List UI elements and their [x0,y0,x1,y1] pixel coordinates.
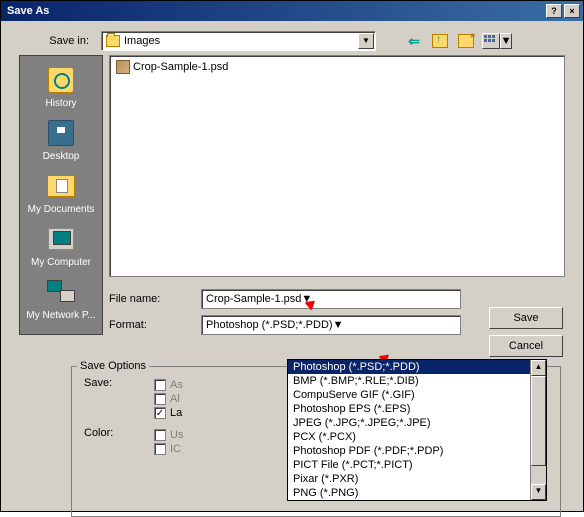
savein-label: Save in: [19,35,95,47]
titlebar-title: Save As [7,5,544,17]
savein-value: Images [124,35,160,47]
new-folder-button[interactable] [456,31,476,51]
icc-profile-checkbox[interactable] [154,443,166,455]
place-my-network[interactable]: My Network P... [25,274,97,325]
format-combo[interactable]: Photoshop (*.PSD;*.PDD) ▼ [201,315,461,335]
filename-label: File name: [109,293,195,305]
save-button[interactable]: Save [489,307,563,329]
chevron-down-icon[interactable]: ▼ [500,33,512,49]
place-my-documents[interactable]: My Documents [25,168,97,219]
cancel-button[interactable]: Cancel [489,335,563,357]
format-option[interactable]: Photoshop (*.PSD;*.PDD) [288,360,546,374]
format-option[interactable]: BMP (*.BMP;*.RLE;*.DIB) [288,374,546,388]
format-option[interactable]: PICT File (*.PCT;*.PICT) [288,458,546,472]
place-my-computer[interactable]: My Computer [25,221,97,272]
back-arrow-icon: ⇐ [408,33,420,50]
view-icon [482,33,500,49]
format-option[interactable]: CompuServe GIF (*.GIF) [288,388,546,402]
color-sub-label: Color: [84,427,154,457]
file-list[interactable]: Crop-Sample-1.psd [109,55,565,277]
chevron-down-icon[interactable]: ▼ [358,33,374,49]
network-icon [47,280,75,304]
titlebar: Save As ? × [1,1,583,21]
place-history[interactable]: History [25,62,97,113]
file-name: Crop-Sample-1.psd [133,61,228,73]
back-button[interactable]: ⇐ [404,31,424,51]
alpha-checkbox[interactable] [154,393,166,405]
close-button[interactable]: × [564,4,580,18]
format-option[interactable]: Pixar (*.PXR) [288,472,546,486]
layers-checkbox[interactable]: ✓ [154,407,166,419]
folder-up-icon [432,34,448,48]
format-option[interactable]: PCX (*.PCX) [288,430,546,444]
format-option[interactable]: Photoshop PDF (*.PDF;*.PDP) [288,444,546,458]
computer-icon [48,228,74,250]
scroll-up-button[interactable]: ▲ [531,360,546,376]
file-item[interactable]: Crop-Sample-1.psd [116,60,558,74]
up-one-level-button[interactable] [430,31,450,51]
save-options-title: Save Options [77,360,149,372]
folder-icon [106,35,120,47]
desktop-icon [48,120,74,146]
psd-file-icon [116,60,130,74]
save-sub-label: Save: [84,377,154,421]
folder-new-icon [458,34,474,48]
as-copy-checkbox[interactable] [154,379,166,391]
format-dropdown-list[interactable]: Photoshop (*.PSD;*.PDD) BMP (*.BMP;*.RLE… [287,359,547,501]
places-bar: History Desktop My Documents My Computer… [19,55,103,335]
place-desktop[interactable]: Desktop [25,115,97,166]
format-label: Format: [109,319,195,331]
filename-input[interactable]: Crop-Sample-1.psd ▼ [201,289,461,309]
use-proof-checkbox[interactable] [154,429,166,441]
documents-icon [47,175,75,197]
scroll-thumb[interactable] [531,376,546,466]
view-menu-button[interactable]: ▼ [482,33,512,49]
chevron-down-icon[interactable]: ▼ [333,319,344,331]
format-option[interactable]: PNG (*.PNG) [288,486,546,500]
scrollbar[interactable]: ▲ ▼ [530,360,546,500]
format-option[interactable]: Photoshop EPS (*.EPS) [288,402,546,416]
format-option[interactable]: JPEG (*.JPG;*.JPEG;*.JPE) [288,416,546,430]
chevron-down-icon[interactable]: ▼ [301,293,312,305]
savein-combo[interactable]: Images ▼ [101,31,376,51]
help-button[interactable]: ? [546,4,562,18]
history-icon [48,67,74,93]
scroll-down-button[interactable]: ▼ [531,484,546,500]
